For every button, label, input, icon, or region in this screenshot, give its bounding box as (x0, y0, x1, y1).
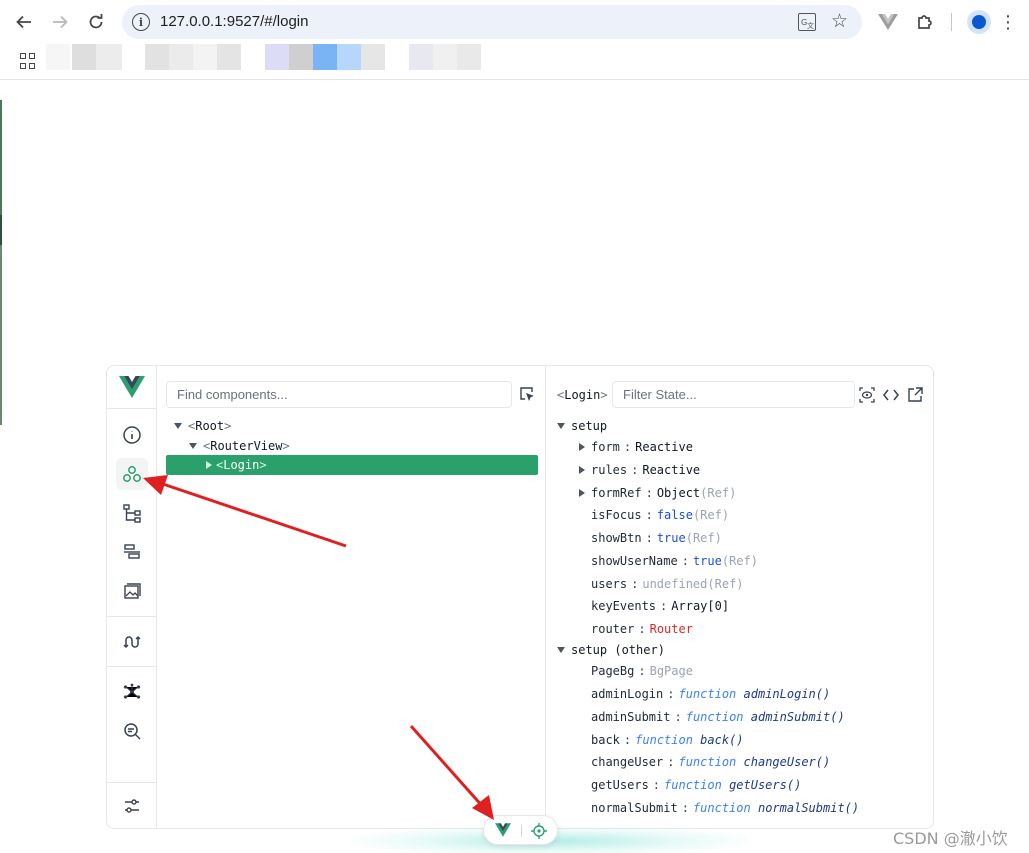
filter-state-input[interactable] (612, 381, 855, 408)
toolbar-separator (951, 13, 952, 31)
address-bar[interactable]: i 127.0.0.1:9527/#/login G文 ☆ (122, 5, 862, 39)
caret-down-icon[interactable] (174, 422, 182, 429)
translate-icon[interactable]: G文 (798, 13, 816, 31)
blurred-bookmark[interactable] (313, 44, 337, 70)
state-row-back[interactable]: back: function back() (591, 730, 744, 750)
state-row-users[interactable]: users: undefined(Ref) (591, 574, 744, 594)
blurred-bookmark[interactable] (289, 44, 313, 70)
blurred-bookmark[interactable] (193, 44, 217, 70)
caret-right-icon[interactable] (579, 488, 585, 497)
crosshair-icon[interactable] (531, 823, 547, 839)
router-icon[interactable] (116, 626, 148, 658)
select-component-icon[interactable] (518, 385, 536, 403)
vue-logo-icon (119, 376, 145, 398)
vue-logo-icon[interactable] (495, 823, 511, 837)
devtools-side-rail (107, 366, 157, 828)
state-row-form[interactable]: form: Reactive (579, 437, 693, 457)
blurred-bookmark[interactable] (433, 44, 457, 70)
blurred-bookmark[interactable] (409, 44, 433, 70)
devtools-toggle-button[interactable] (483, 815, 558, 845)
state-row-adminsubmit[interactable]: adminSubmit: function adminSubmit() (591, 707, 845, 727)
blurred-bookmark[interactable] (145, 44, 169, 70)
back-icon[interactable] (12, 10, 36, 34)
caret-down-icon[interactable] (557, 422, 565, 429)
open-in-editor-icon[interactable] (882, 386, 900, 404)
toggle-separator (521, 825, 522, 837)
blurred-bookmark[interactable] (96, 44, 122, 70)
info-icon[interactable]: i (132, 13, 150, 31)
tree-node-root[interactable]: <Root> (174, 416, 231, 436)
state-inspector-pane: <Login> setup form:Reactive rules:Reacti… (547, 366, 933, 828)
bookmark-star-icon[interactable]: ☆ (831, 10, 848, 33)
blurred-bookmark[interactable] (361, 44, 385, 70)
blurred-bookmark[interactable] (265, 44, 289, 70)
settings-icon[interactable] (116, 790, 148, 822)
tree-node-routerview[interactable]: <RouterView> (189, 436, 290, 456)
caret-down-icon[interactable] (557, 646, 565, 653)
blurred-bookmark[interactable] (72, 44, 96, 70)
external-link-icon[interactable] (906, 386, 924, 404)
tree-node-login-selected[interactable]: <Login> (166, 455, 538, 475)
svg-text:文: 文 (807, 21, 814, 29)
overview-info-icon[interactable] (116, 419, 148, 451)
state-row-showusername[interactable]: showUserName: true(Ref) (591, 551, 758, 571)
scroll-to-component-icon[interactable] (858, 386, 876, 404)
state-row-changeuser[interactable]: changeUser: function changeUser() (591, 752, 830, 772)
browser-toolbar: i 127.0.0.1:9527/#/login G文 ☆ ⋮ (0, 0, 1029, 44)
blurred-bookmark[interactable] (169, 44, 193, 70)
state-row-rules[interactable]: rules: Reactive (579, 460, 700, 480)
bookmarks-bar (0, 44, 1029, 80)
state-row-isfocus[interactable]: isFocus: false(Ref) (591, 505, 729, 525)
component-tree-pane: <Root> <RouterView> <Login> (158, 366, 546, 828)
state-row-adminlogin[interactable]: adminLogin: function adminLogin() (591, 684, 830, 704)
forward-icon[interactable] (48, 10, 72, 34)
state-row-getusers[interactable]: getUsers: function getUsers() (591, 775, 801, 795)
caret-right-icon[interactable] (206, 460, 212, 469)
state-row-keyevents[interactable]: keyEvents: Array[0] (591, 596, 729, 616)
state-row-normalsubmit[interactable]: normalSubmit: function normalSubmit() (591, 798, 859, 818)
menu-dots-icon[interactable]: ⋮ (998, 8, 1018, 36)
state-row-formref[interactable]: formRef: Object(Ref) (579, 483, 736, 503)
reload-icon[interactable] (84, 10, 108, 34)
state-row-pagebg[interactable]: PageBg: BgPage (591, 661, 693, 681)
blurred-bookmark[interactable] (457, 44, 481, 70)
apps-grid-icon[interactable] (20, 53, 36, 69)
blurred-bookmark[interactable] (217, 44, 241, 70)
caret-down-icon[interactable] (189, 442, 197, 449)
timeline-icon[interactable] (116, 536, 148, 568)
blurred-bookmark[interactable] (46, 44, 70, 70)
caret-right-icon[interactable] (579, 465, 585, 474)
extensions-puzzle-icon[interactable] (913, 10, 937, 34)
state-row-showbtn[interactable]: showBtn: true(Ref) (591, 528, 722, 548)
state-row-router[interactable]: router: Router (591, 619, 693, 639)
window-edge (0, 80, 2, 425)
graph-icon[interactable] (116, 676, 148, 708)
inspected-component-name: <Login> (557, 388, 608, 402)
vue-devtools-panel: <Root> <RouterView> <Login> <Login> setu… (106, 365, 934, 829)
section-setup[interactable]: setup (557, 416, 607, 436)
component-tree-icon[interactable] (116, 497, 148, 529)
blurred-bookmark[interactable] (337, 44, 361, 70)
assets-icon[interactable] (116, 575, 148, 607)
components-icon[interactable] (116, 458, 148, 490)
find-components-input[interactable] (166, 381, 512, 408)
profile-icon[interactable] (967, 10, 991, 34)
caret-right-icon[interactable] (579, 442, 585, 451)
url-text[interactable]: 127.0.0.1:9527/#/login (160, 13, 308, 30)
inspect-search-icon[interactable] (116, 715, 148, 747)
csdn-watermark: CSDN @澈小饮 (893, 829, 1008, 848)
section-setup-other[interactable]: setup (other) (557, 640, 665, 660)
vue-extension-icon[interactable] (876, 10, 900, 34)
